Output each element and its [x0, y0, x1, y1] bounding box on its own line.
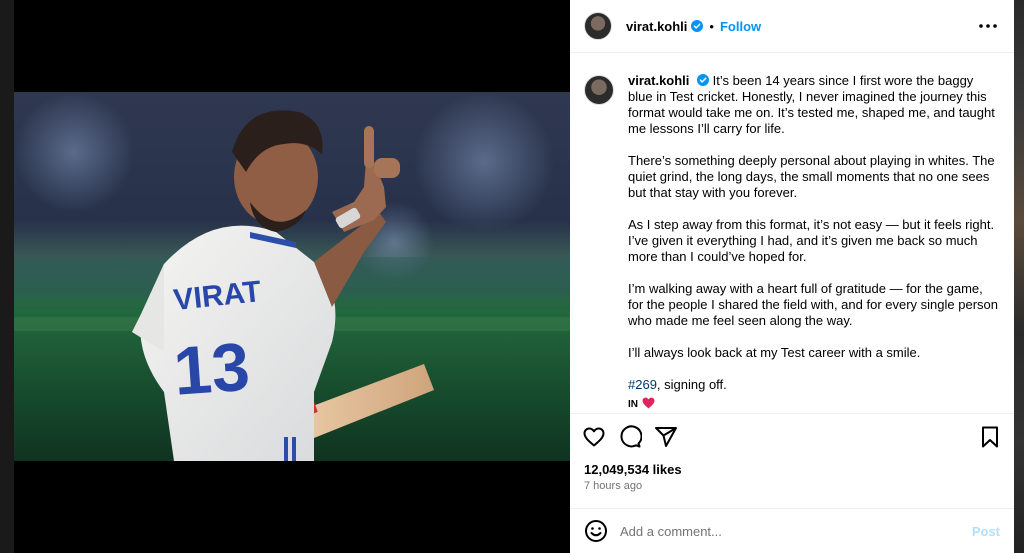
hashtag-link[interactable]: #269 [628, 377, 657, 392]
post-header: virat.kohli • Follow [570, 0, 1014, 53]
smiley-icon[interactable] [584, 519, 608, 543]
verified-badge-icon [691, 20, 704, 32]
caption-username[interactable]: virat.kohli [628, 73, 689, 88]
caption-body: virat.kohli It’s been 14 years since I f… [628, 73, 998, 413]
comment-bubble-icon[interactable] [618, 425, 642, 449]
post-comment-button[interactable]: Post [972, 524, 1000, 539]
verified-badge-icon [697, 74, 710, 86]
caption-paragraph: #269, signing off. [628, 377, 998, 393]
author-avatar[interactable] [584, 12, 612, 40]
post-timestamp[interactable]: 7 hours ago [570, 480, 1014, 502]
post-photo[interactable]: VIRAT 13 [14, 92, 570, 461]
caption-row: virat.kohli It’s been 14 years since I f… [584, 73, 998, 413]
red-heart-emoji-icon [642, 397, 655, 409]
cricketer-photo-illustration: VIRAT 13 [14, 92, 570, 461]
caption-paragraph: As I step away from this format, it’s no… [628, 217, 995, 264]
more-options-button[interactable] [976, 14, 1000, 38]
heart-outline-icon[interactable] [582, 425, 606, 449]
author-username[interactable]: virat.kohli [626, 19, 687, 34]
action-bar [570, 414, 1014, 460]
comment-bar: Post [570, 508, 1014, 553]
media-pane: VIRAT 13 [14, 0, 570, 553]
caption-scroll-area[interactable]: virat.kohli It’s been 14 years since I f… [570, 53, 1014, 414]
lang-tag: IN [628, 399, 638, 410]
comment-input[interactable] [620, 523, 972, 539]
follow-button[interactable]: Follow [720, 19, 761, 34]
caption-lang-line: IN [628, 395, 998, 413]
caption-paragraph: I’ll always look back at my Test career … [628, 345, 921, 360]
caption-avatar[interactable] [584, 75, 614, 105]
header-separator: • [709, 18, 714, 34]
paper-plane-icon[interactable] [654, 425, 678, 449]
post-panel: virat.kohli • Follow virat.kohli It’s be… [570, 0, 1014, 553]
caption-signoff: , signing off. [656, 377, 727, 392]
bookmark-icon[interactable] [978, 425, 1002, 449]
caption-paragraph: I’m walking away with a heart full of gr… [628, 281, 998, 328]
more-horizontal-icon [979, 24, 997, 28]
likes-count[interactable]: 12,049,534 likes [570, 460, 1014, 480]
caption-paragraph: virat.kohli It’s been 14 years since I f… [628, 73, 998, 137]
backdrop-edge-left [0, 0, 14, 553]
caption-paragraph: There’s something deeply personal about … [628, 153, 995, 200]
backdrop-edge-right [1014, 0, 1024, 553]
jersey-number-text: 13 [171, 329, 252, 410]
